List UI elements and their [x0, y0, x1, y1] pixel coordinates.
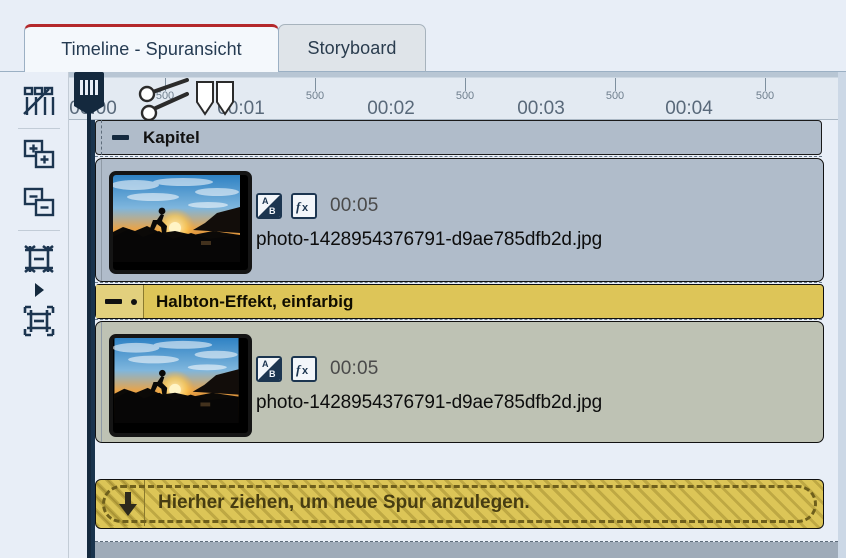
left-toolbar [8, 72, 69, 558]
tab-label: Timeline - Spuransicht [61, 39, 242, 59]
transition-ab-icon[interactable]: A B [256, 193, 282, 219]
clip-duration: 00:05 [330, 195, 379, 216]
clip-thumbnail [109, 334, 252, 437]
clip-filename: photo-1428954376791-d9ae785dfb2d.jpg [256, 392, 603, 413]
ruler-ms-label: 500 [755, 90, 775, 102]
clip-item[interactable]: A B f x 00:05 photo-1428954376791-d9ae78… [95, 321, 824, 443]
svg-text:A: A [262, 196, 269, 206]
ruler-ms-label: 500 [605, 90, 625, 102]
cut-marker-icon[interactable] [195, 80, 241, 118]
clip-handle[interactable] [96, 322, 102, 442]
toolbar-divider [18, 230, 60, 231]
clip-filename: photo-1428954376791-d9ae785dfb2d.jpg [256, 229, 603, 250]
clip-duration: 00:05 [330, 358, 379, 379]
tracks-empty-area [95, 542, 838, 558]
storyboard-view-icon[interactable] [18, 80, 60, 122]
fit-all-icon[interactable] [18, 300, 60, 342]
tab-storyboard[interactable]: Storyboard [278, 24, 426, 72]
dropzone-label: Hierher ziehen, um neue Spur anzulegen. [158, 492, 530, 513]
expand-arrow-icon[interactable] [18, 282, 60, 298]
timeline-editor-window: Timeline - Spuransicht Storyboard 500 50… [0, 0, 846, 558]
clip-meta: A B f x 00:05 [256, 356, 379, 382]
ruler-second-label: 00:04 [665, 98, 713, 119]
right-gutter [838, 72, 846, 558]
svg-text:x: x [302, 365, 309, 377]
clip-thumbnail [109, 171, 252, 274]
ruler-ms-label: 500 [455, 90, 475, 102]
track-separator [95, 156, 822, 157]
add-track-icon[interactable] [18, 134, 60, 176]
ruler-second-label: 00:02 [367, 98, 415, 119]
svg-text:x: x [302, 202, 309, 214]
fit-height-icon[interactable] [18, 238, 60, 280]
collapse-minus-icon[interactable] [105, 299, 122, 304]
clip-handle[interactable] [96, 159, 102, 281]
chapter-track-header[interactable]: Kapitel [95, 120, 822, 155]
tab-bar: Timeline - Spuransicht Storyboard [0, 0, 846, 72]
ruler-second-label: 00:03 [517, 98, 565, 119]
track-separator [95, 282, 822, 283]
clip-item[interactable]: A B f x 00:05 photo-1428954376791-d9ae78… [95, 158, 824, 282]
clip-meta: A B f x 00:05 [256, 193, 379, 219]
new-track-dropzone[interactable]: Hierher ziehen, um neue Spur anzulegen. [95, 479, 824, 529]
svg-text:B: B [269, 369, 276, 379]
toolbar-divider [18, 128, 60, 129]
effects-fx-icon[interactable]: f x [291, 356, 317, 382]
effect-track[interactable]: Halbton-Effekt, einfarbig [95, 284, 824, 319]
tab-timeline-spuransicht[interactable]: Timeline - Spuransicht [24, 24, 279, 72]
effect-label: Halbton-Effekt, einfarbig [156, 291, 354, 311]
chapter-label: Kapitel [143, 127, 200, 147]
chapter-handle[interactable] [96, 120, 102, 155]
ruler-ms-label: 500 [305, 90, 325, 102]
svg-text:B: B [269, 206, 276, 216]
remove-track-icon[interactable] [18, 182, 60, 224]
svg-text:A: A [262, 359, 269, 369]
keyframe-dot-icon[interactable] [131, 298, 137, 305]
download-arrow-icon [118, 491, 138, 522]
transition-ab-icon[interactable]: A B [256, 356, 282, 382]
tab-label: Storyboard [307, 37, 397, 58]
effects-fx-icon[interactable]: f x [291, 193, 317, 219]
track-list: Kapitel A B f x 00:05 photo-142895437679… [95, 120, 838, 538]
effect-handle[interactable] [96, 285, 144, 318]
collapse-minus-icon[interactable] [112, 135, 129, 140]
track-separator [95, 319, 822, 320]
ruler-second-label: 00:00 [69, 98, 117, 119]
